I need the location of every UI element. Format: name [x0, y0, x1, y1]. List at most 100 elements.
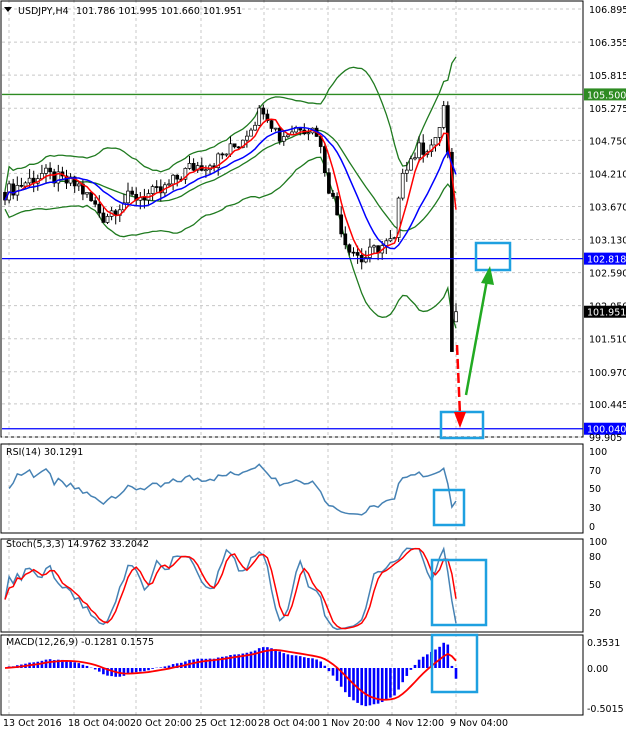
macd-bar: [65, 660, 68, 668]
candle-body: [204, 169, 208, 172]
macd-signal-line: [4, 649, 457, 701]
candle-body: [327, 172, 331, 194]
candle-body: [409, 158, 413, 171]
macd-bar: [257, 648, 261, 668]
chart-window[interactable]: 105.500 102.818 100.040 106.895 106.355 105.8…: [0, 0, 626, 735]
macd-bar: [344, 668, 347, 693]
macd-bar: [405, 668, 409, 676]
time-label: 4 Nov 12:00: [386, 718, 444, 729]
macd-bar: [327, 668, 331, 672]
price-tick: 101.510: [589, 335, 626, 346]
price-tick: 99.905: [589, 433, 622, 444]
macd-bar: [48, 659, 52, 668]
candle-body: [130, 190, 134, 195]
macd-bar: [93, 668, 97, 670]
macd-bar: [73, 662, 76, 668]
candle-body: [277, 127, 282, 142]
macd-bar: [134, 668, 138, 673]
price-tick: 100.445: [589, 400, 626, 411]
macd-bar: [454, 668, 458, 679]
macd-bar: [311, 658, 314, 668]
candle-body: [339, 214, 344, 235]
candle-body: [331, 192, 335, 197]
price-tick: 105.275: [589, 104, 626, 115]
time-label: 1 Nov 20:00: [322, 718, 380, 729]
candle-body: [286, 134, 290, 137]
highlight-box: [432, 488, 466, 527]
stoch-tick: 100: [589, 537, 607, 548]
time-label: 20 Oct 20:00: [130, 718, 192, 729]
candle-body: [322, 146, 327, 174]
macd-bar: [196, 658, 199, 668]
candle-body: [236, 146, 241, 149]
macd-bar: [270, 648, 273, 668]
macd-bar: [294, 655, 298, 668]
time-label: 18 Oct 04:00: [68, 718, 130, 729]
rsi-tick: 50: [589, 484, 601, 495]
rsi-tick: 30: [589, 503, 601, 514]
macd-bar: [278, 651, 281, 668]
rsi-tick: 70: [589, 466, 601, 477]
candle-body: [421, 142, 426, 155]
bollinger-lower: [4, 156, 457, 329]
candle-body: [150, 186, 155, 194]
macd-bar: [348, 668, 351, 697]
macd-bar: [401, 668, 404, 683]
candle-body: [343, 233, 348, 246]
price-tick: 104.750: [589, 136, 626, 147]
macd-bar: [163, 666, 167, 668]
macd-bar: [356, 668, 359, 703]
candle-body: [19, 185, 24, 187]
macd-bar: [286, 654, 290, 668]
macd-bar: [77, 663, 81, 668]
candle-body: [76, 183, 81, 187]
candle-body: [306, 132, 311, 135]
macd-bar: [98, 668, 101, 672]
candle-body: [261, 107, 266, 115]
macd-bar: [335, 668, 339, 681]
stoch-tick: 50: [589, 580, 601, 591]
macd-bar: [122, 668, 126, 676]
macd-bar: [81, 664, 85, 668]
macd-bar: [143, 668, 146, 672]
macd-tick: 0.00: [587, 664, 608, 675]
candle-body: [224, 153, 229, 156]
macd-bar: [44, 659, 48, 668]
time-label: 13 Oct 2016: [3, 718, 62, 729]
candle-body: [48, 167, 52, 173]
candle-body: [171, 174, 175, 185]
time-label: 28 Oct 04:00: [258, 718, 320, 729]
last-price-label: 101.951: [587, 308, 626, 319]
time-label: 25 Oct 12:00: [195, 718, 257, 729]
rsi-tick: 100: [589, 447, 607, 458]
highlight-box: [474, 241, 512, 272]
macd-tick: 0.3531: [587, 638, 620, 649]
candle-body: [85, 192, 89, 195]
rsi-tick: 0: [589, 522, 595, 533]
macd-bar: [323, 665, 327, 668]
macd-bar: [421, 656, 425, 668]
price-tick: 105.815: [589, 71, 626, 82]
candle-body: [281, 136, 286, 142]
candle-body: [335, 196, 339, 216]
price-tick: 103.130: [589, 236, 626, 247]
chart-canvas[interactable]: 105.500102.818100.040106.895106.355105.8…: [0, 0, 626, 735]
macd-bar: [331, 668, 335, 676]
symbol-label: USDJPY,H4: [18, 6, 69, 17]
up-arrow: [464, 279, 489, 396]
price-tick: 106.355: [589, 38, 626, 49]
stoch-tick: 80: [589, 552, 601, 563]
candle-body: [372, 245, 376, 248]
candle-body: [187, 163, 192, 169]
macd-bar: [409, 668, 413, 670]
macd-bar: [303, 657, 306, 668]
time-label: 9 Nov 04:00: [450, 718, 508, 729]
macd-bar: [389, 668, 392, 698]
candle-body: [89, 192, 93, 202]
candle-body: [355, 252, 360, 256]
candle-body: [257, 107, 262, 126]
macd-bar: [438, 646, 441, 668]
macd-bar: [385, 668, 388, 700]
macd-bar: [307, 658, 310, 668]
macd-bar: [380, 668, 384, 703]
